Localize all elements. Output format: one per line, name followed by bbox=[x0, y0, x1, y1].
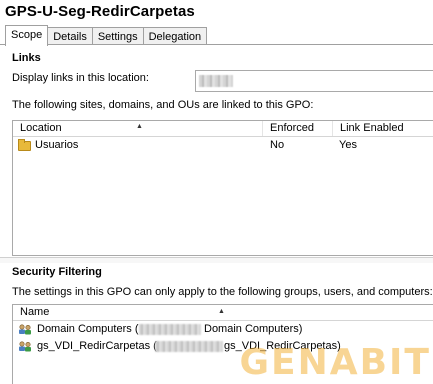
redacted-location bbox=[199, 75, 233, 87]
scope-panel: Links Display links in this location: Th… bbox=[0, 44, 433, 384]
sort-ascending-icon: ▲ bbox=[218, 308, 225, 315]
column-enforced[interactable]: Enforced bbox=[262, 121, 332, 136]
security-name-start: Domain Computers ( bbox=[37, 323, 139, 335]
sort-ascending-icon: ▲ bbox=[136, 123, 143, 130]
link-row[interactable]: Usuarios No Yes bbox=[13, 137, 433, 154]
gpo-title: GPS-U-Seg-RedirCarpetas bbox=[5, 3, 195, 20]
links-list-header: Location ▲ Enforced Link Enabled bbox=[13, 121, 433, 137]
ou-folder-icon bbox=[18, 139, 31, 151]
redacted-domain bbox=[139, 324, 201, 335]
link-enforced: No bbox=[270, 139, 285, 151]
display-links-label: Display links in this location: bbox=[12, 72, 149, 84]
security-name-start: gs_VDI_RedirCarpetas ( bbox=[37, 340, 157, 352]
column-link-enabled[interactable]: Link Enabled bbox=[332, 121, 433, 136]
security-list-header: Name ▲ bbox=[13, 305, 433, 321]
security-name-end: Domain Computers) bbox=[204, 323, 303, 335]
security-row[interactable]: Domain Computers ( Domain Computers) bbox=[13, 321, 433, 338]
group-icon bbox=[19, 324, 31, 335]
watermark-logo: GENABIT bbox=[239, 342, 431, 383]
location-dropdown[interactable] bbox=[195, 70, 433, 92]
tab-scope[interactable]: Scope bbox=[5, 25, 49, 46]
group-icon bbox=[19, 341, 31, 352]
security-filtering-text: The settings in this GPO can only apply … bbox=[12, 286, 433, 298]
link-location: Usuarios bbox=[35, 139, 79, 151]
links-heading: Links bbox=[12, 52, 41, 64]
link-enabled: Yes bbox=[339, 139, 357, 151]
security-filtering-heading: Security Filtering bbox=[12, 266, 102, 278]
linked-objects-text: The following sites, domains, and OUs ar… bbox=[12, 99, 314, 111]
links-list[interactable]: Location ▲ Enforced Link Enabled Usuario… bbox=[12, 120, 433, 256]
redacted-domain bbox=[155, 341, 223, 352]
section-splitter[interactable] bbox=[0, 257, 433, 263]
tab-strip: Scope Details Settings Delegation bbox=[5, 25, 208, 46]
